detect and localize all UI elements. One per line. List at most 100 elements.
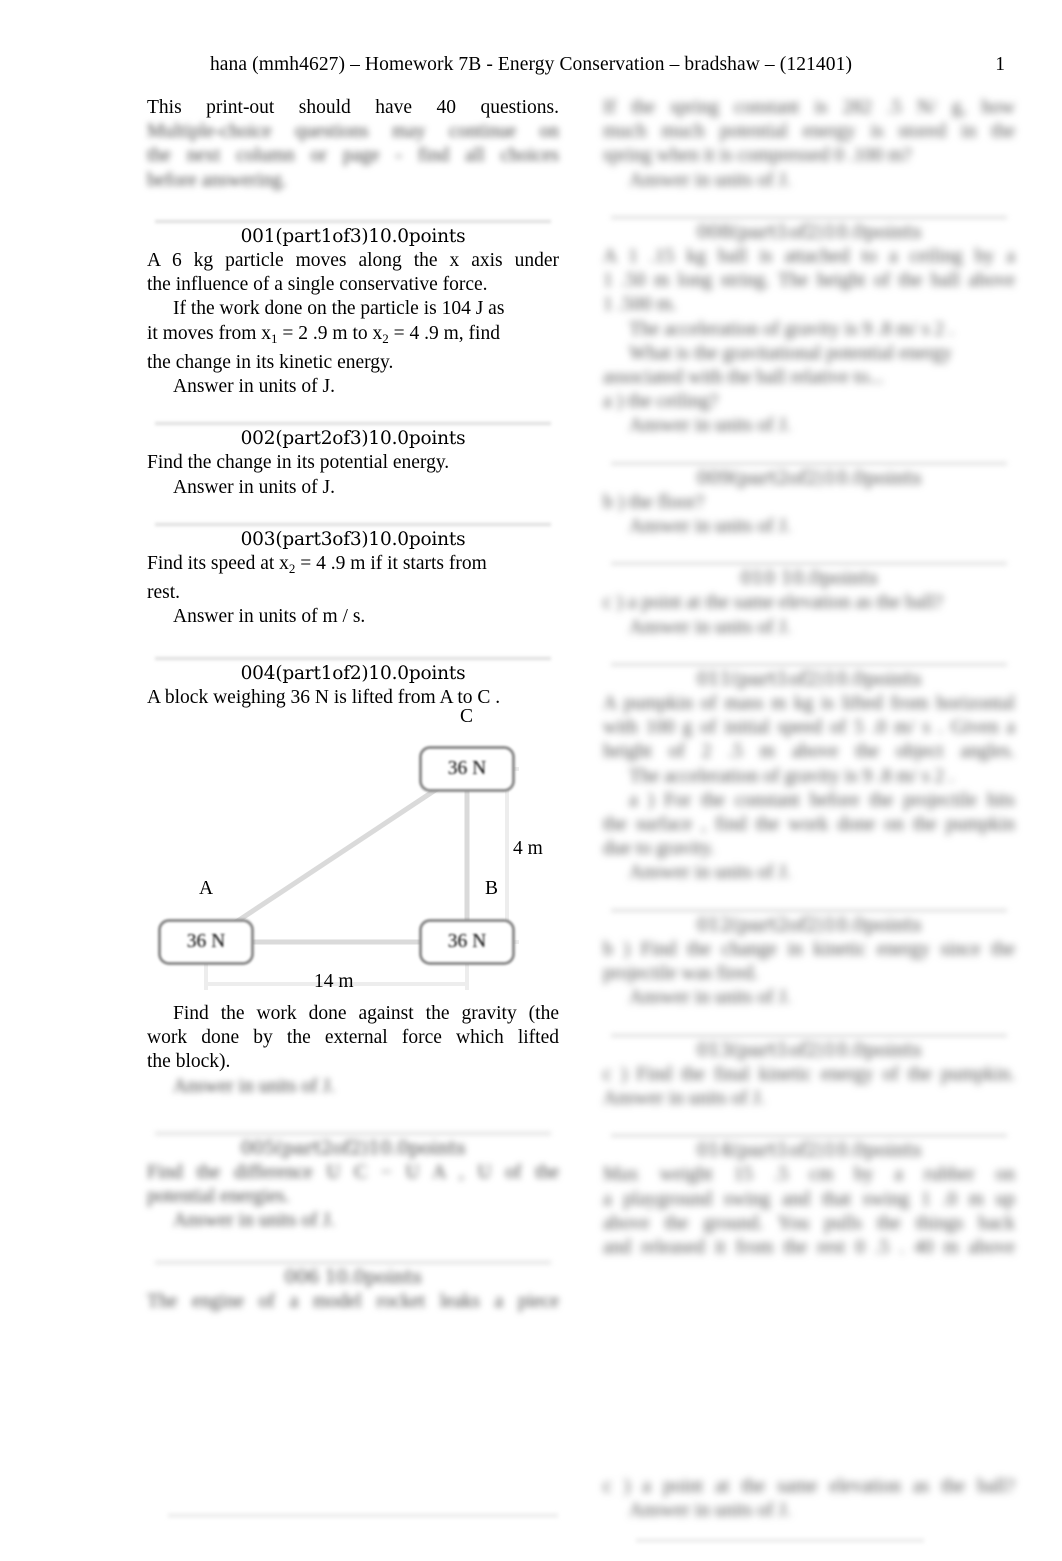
- rb2-line-0: b ) the floor?: [603, 491, 705, 513]
- rb3-line-0: c ) a point at the same elevation as the…: [603, 592, 944, 614]
- question-003-body-line-1: Find its speed at x2 = 4 .9 m if it star…: [147, 552, 559, 581]
- question-separator: [611, 461, 1007, 465]
- rb1-line-0: A 1 .15 kg ball is attached to a ceiling…: [603, 246, 1015, 268]
- right-block-7-blurred: 014(part1of2)10.0points Max weight 15 .5…: [603, 1139, 1015, 1260]
- rb7-line-3: and released it from the rest 0 .5 . 40 …: [603, 1236, 1015, 1258]
- question-005-heading-blurred: 005(part2of2)10.0points: [240, 1137, 466, 1159]
- vertex-label-b: B: [485, 878, 499, 900]
- question-001-line-5: the change in its kinetic energy.: [147, 351, 394, 373]
- right-block-0-blurred: If the spring constant is 282 .5 N/ g, h…: [603, 96, 1015, 193]
- rb0-line-3: Answer in units of J.: [629, 169, 791, 191]
- question-001-line-2: the influence of a single conservative f…: [147, 274, 488, 296]
- question-001: 001(part1of3)10.0points A 6 kg particle …: [147, 225, 559, 399]
- dimension-height-label: 4 m: [513, 838, 543, 860]
- question-003: 003(part3of3)10.0points Find its speed a…: [147, 528, 559, 630]
- question-005-line-1-blurred: Find the difference U C − U A , U of the: [147, 1162, 559, 1184]
- rb4-line-5: the surface , find the work done on the …: [603, 814, 1015, 836]
- question-005-line-2-blurred: potential energies.: [147, 1186, 290, 1208]
- rb7-line-1: a playground swing and that swing 1 .0 m…: [603, 1188, 1015, 1210]
- q001-frag-c: = 4 .9 m, find: [388, 322, 500, 344]
- rb6-heading: 013(part1of2)10.0points: [696, 1039, 922, 1061]
- rb3-line-1: Answer in units of J.: [629, 616, 791, 638]
- rb4-heading: 011(part1of2)10.0points: [696, 668, 922, 690]
- question-004: 004(part1of2)10.0points A block weighing…: [147, 662, 559, 1099]
- q003-frag-b: = 4 .9 m if it starts from: [295, 553, 487, 575]
- block-b-label: 36 N: [447, 931, 487, 953]
- rb1-line-3: The acceleration of gravity is 9 .8 m/ s…: [629, 318, 954, 340]
- left-column: This print-out should have 40 questions.…: [147, 96, 559, 1314]
- question-004-answer-prompt-blurred: Answer in units of J.: [173, 1075, 335, 1097]
- footer-block-right-blurred: c ) a point at the same elevation as the…: [603, 1475, 1015, 1544]
- question-004-body: A block weighing 36 N is lifted from A t…: [147, 686, 501, 708]
- question-002-answer-prompt: Answer in units of J.: [173, 476, 335, 498]
- question-separator: [155, 656, 551, 660]
- intro-line-3-blurred: the next column or page - find all choic…: [147, 145, 559, 167]
- rb6-line-0: c ) Find the final kinetic energy of the…: [603, 1063, 1015, 1085]
- rb6-line-1: Answer in units of J.: [603, 1087, 765, 1109]
- question-002: 002(part2of3)10.0points Find the change …: [147, 427, 559, 500]
- question-002-body: Find the change in its potential energy.: [147, 452, 450, 474]
- right-block-2-blurred: 009(part2of2)10.0points b ) the floor? A…: [603, 467, 1015, 540]
- rb4-line-7: Answer in units of J.: [629, 862, 791, 884]
- right-block-5-blurred: 012(part2of2)10.0points b ) Find the cha…: [603, 914, 1015, 1011]
- header-title: hana (mmh4627) – Homework 7B - Energy Co…: [209, 54, 853, 75]
- question-004-line-2: work done by the external force which li…: [147, 1027, 559, 1049]
- intro-block: This print-out should have 40 questions.…: [147, 96, 559, 193]
- rb7-line-0: Max weight 15 .5 cm by a rubber on: [603, 1164, 1015, 1186]
- rb4-line-3: The acceleration of gravity is 9 .8 m/ s…: [629, 765, 954, 787]
- right-block-1-blurred: 008(part1of2)10.0points A 1 .15 kg ball …: [603, 221, 1015, 439]
- question-separator: [155, 1131, 551, 1135]
- q003-frag-a: Find its speed at x: [147, 553, 289, 575]
- q001-frag-a: it moves from x: [147, 322, 272, 344]
- rb5-line-1: projectile was fired.: [603, 963, 759, 985]
- vertex-label-c: C: [460, 706, 474, 728]
- question-006-heading-blurred: 006 10.0points: [284, 1266, 422, 1288]
- question-004-line-3: the block).: [147, 1051, 231, 1073]
- question-001-answer-prompt: Answer in units of J.: [173, 376, 335, 398]
- block-b: 36 N: [419, 919, 515, 966]
- question-separator: [611, 215, 1007, 219]
- rb3-heading: 010 10.0points: [740, 568, 878, 590]
- question-separator: [611, 908, 1007, 912]
- question-005-blurred: 005(part2of2)10.0points Find the differe…: [147, 1137, 559, 1234]
- question-separator: [611, 1134, 1007, 1138]
- vertex-label-a: A: [199, 878, 214, 900]
- right-block-3-blurred: 010 10.0points c ) a point at the same e…: [603, 567, 1015, 640]
- block-a: 36 N: [158, 919, 254, 966]
- q001-frag-b: = 2 .9 m to x: [277, 322, 383, 344]
- rb1-line-7: Answer in units of J.: [629, 415, 791, 437]
- rb2-line-1: Answer in units of J.: [629, 516, 791, 538]
- rb5-line-0: b ) Find the change in kinetic energy si…: [603, 938, 1015, 960]
- page-header: hana (mmh4627) – Homework 7B - Energy Co…: [0, 54, 1062, 80]
- block-lift-diagram: A B C 36 N 36 N 36 N 14 m 4 m: [147, 706, 559, 1002]
- footer-line-0: c ) a point at the same elevation as the…: [603, 1476, 1015, 1497]
- question-001-line-3: If the work done on the particle is 104 …: [173, 298, 505, 320]
- dimension-base-label: 14 m: [314, 971, 354, 993]
- rb7-heading: 014(part1of2)10.0points: [696, 1140, 922, 1162]
- block-c: 36 N: [419, 746, 515, 793]
- question-005-answer-prompt-blurred: Answer in units of J.: [173, 1210, 335, 1232]
- question-separator: [611, 662, 1007, 666]
- right-column: If the spring constant is 282 .5 N/ g, h…: [603, 96, 1015, 1260]
- rb4-line-0: A pumpkin of mass m kg is lifted from ho…: [603, 693, 1015, 715]
- rb1-heading: 008(part1of2)10.0points: [696, 221, 922, 243]
- rb1-line-5: associated with the ball relative to...: [603, 367, 884, 389]
- question-separator: [155, 219, 551, 223]
- question-006-blurred: 006 10.0points The engine of a model roc…: [147, 1266, 559, 1314]
- rb4-line-6: due to gravity.: [603, 838, 715, 860]
- question-001-heading: 001(part1of3)10.0points: [240, 225, 466, 247]
- question-003-heading: 003(part3of3)10.0points: [240, 528, 466, 550]
- question-004-heading: 004(part1of2)10.0points: [240, 662, 466, 684]
- question-separator: [155, 522, 551, 526]
- block-a-label: 36 N: [186, 931, 226, 953]
- question-006-line-1-blurred: The engine of a model rocket leaks a pie…: [147, 1290, 559, 1312]
- right-block-4-blurred: 011(part1of2)10.0points A pumpkin of mas…: [603, 668, 1015, 886]
- rb4-line-2: height of 2 .5 m above the object angles…: [603, 741, 1015, 763]
- block-c-label: 36 N: [447, 758, 487, 780]
- hypotenuse-line: [204, 766, 469, 945]
- question-003-body-line-2: rest.: [147, 582, 181, 604]
- rb2-heading: 009(part2of2)10.0points: [696, 467, 922, 489]
- rb1-line-1: 1 .50 m long string. The height of the b…: [603, 270, 1015, 292]
- right-block-6-blurred: 013(part1of2)10.0points c ) Find the fin…: [603, 1039, 1015, 1112]
- intro-line-2-blurred: Multiple-choice questions may continue o…: [147, 121, 559, 143]
